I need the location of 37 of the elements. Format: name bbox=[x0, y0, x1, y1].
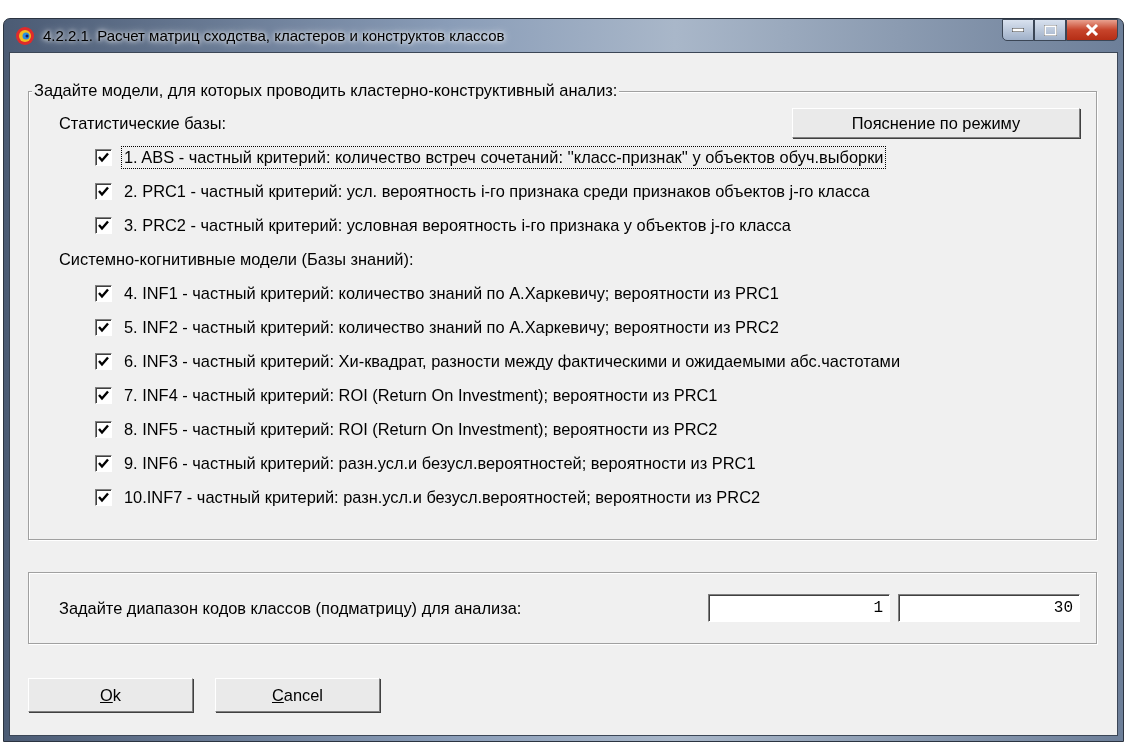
group-legend: Задайте модели, для которых проводить кластерно-конструктивный анализ: bbox=[32, 81, 620, 100]
window-title: 4.2.2.1. Расчет матриц сходства, кластеров и конструктов классов bbox=[43, 27, 505, 44]
close-icon bbox=[1085, 24, 1099, 36]
dialog-button[interactable]: Ok bbox=[28, 678, 193, 712]
checkbox[interactable] bbox=[95, 318, 112, 336]
range-from-field[interactable]: 1 bbox=[708, 594, 890, 622]
checkbox-label: 9. INF6 - частный критерий: разн.усл.и безусл.вероятностей; вероятности из PRC1 bbox=[123, 452, 757, 474]
range-to-field[interactable]: 30 bbox=[898, 594, 1080, 622]
checkbox[interactable] bbox=[95, 352, 112, 370]
checkbox-label: 2. PRC1 - частный критерий: усл. вероятность i-го признака среди признаков объектов j-го класса bbox=[123, 180, 871, 202]
maximize-icon bbox=[1043, 24, 1057, 36]
checkbox-label: 1. ABS - частный критерий: количество встреч сочетаний: ''класс-признак'' у объектов обуч.выборки bbox=[121, 145, 887, 169]
checkbox-label: 5. INF2 - частный критерий: количество знаний по А.Харкевичу; вероятности из PRC2 bbox=[123, 316, 780, 338]
checkbox-label: 7. INF4 - частный критерий: ROI (Return On Investment); вероятности из PRC1 bbox=[123, 384, 719, 406]
checkbox[interactable] bbox=[95, 386, 112, 404]
checkbox[interactable] bbox=[95, 454, 112, 472]
minimize-button[interactable] bbox=[1002, 19, 1034, 41]
checkbox-label: 10.INF7 - частный критерий: разн.усл.и безусл.вероятностей; вероятности из PRC2 bbox=[123, 486, 762, 508]
checkbox[interactable] bbox=[95, 148, 112, 166]
checkbox[interactable] bbox=[95, 488, 112, 506]
checkbox[interactable] bbox=[95, 216, 112, 234]
checkbox-label: 6. INF3 - частный критерий: Хи-квадрат, разности между фактическими и ожидаемыми абс.частотами bbox=[123, 350, 902, 372]
section-label: Системно-когнитивные модели (Базы знаний): bbox=[59, 249, 414, 269]
checkbox[interactable] bbox=[95, 420, 112, 438]
checkbox-label: 8. INF5 - частный критерий: ROI (Return On Investment); вероятности из PRC2 bbox=[123, 418, 719, 440]
app-logo-icon bbox=[15, 25, 35, 46]
checkbox-label: 4. INF1 - частный критерий: количество знаний по А.Харкевичу; вероятности из PRC1 bbox=[123, 282, 780, 304]
dialog-button[interactable]: Cancel bbox=[215, 678, 380, 712]
section-label: Статистические базы: bbox=[59, 113, 227, 133]
minimize-icon bbox=[1012, 28, 1024, 32]
maximize-button[interactable] bbox=[1034, 19, 1066, 41]
close-button[interactable] bbox=[1066, 19, 1118, 41]
help-button[interactable]: Пояснение по режиму bbox=[792, 108, 1080, 138]
range-label: Задайте диапазон кодов классов (подматрицу) для анализа: bbox=[59, 598, 522, 618]
checkbox[interactable] bbox=[95, 182, 112, 200]
checkbox[interactable] bbox=[95, 284, 112, 302]
checkbox-label: 3. PRC2 - частный критерий: условная вероятность i-го признака у объектов j-го класса bbox=[123, 214, 792, 236]
